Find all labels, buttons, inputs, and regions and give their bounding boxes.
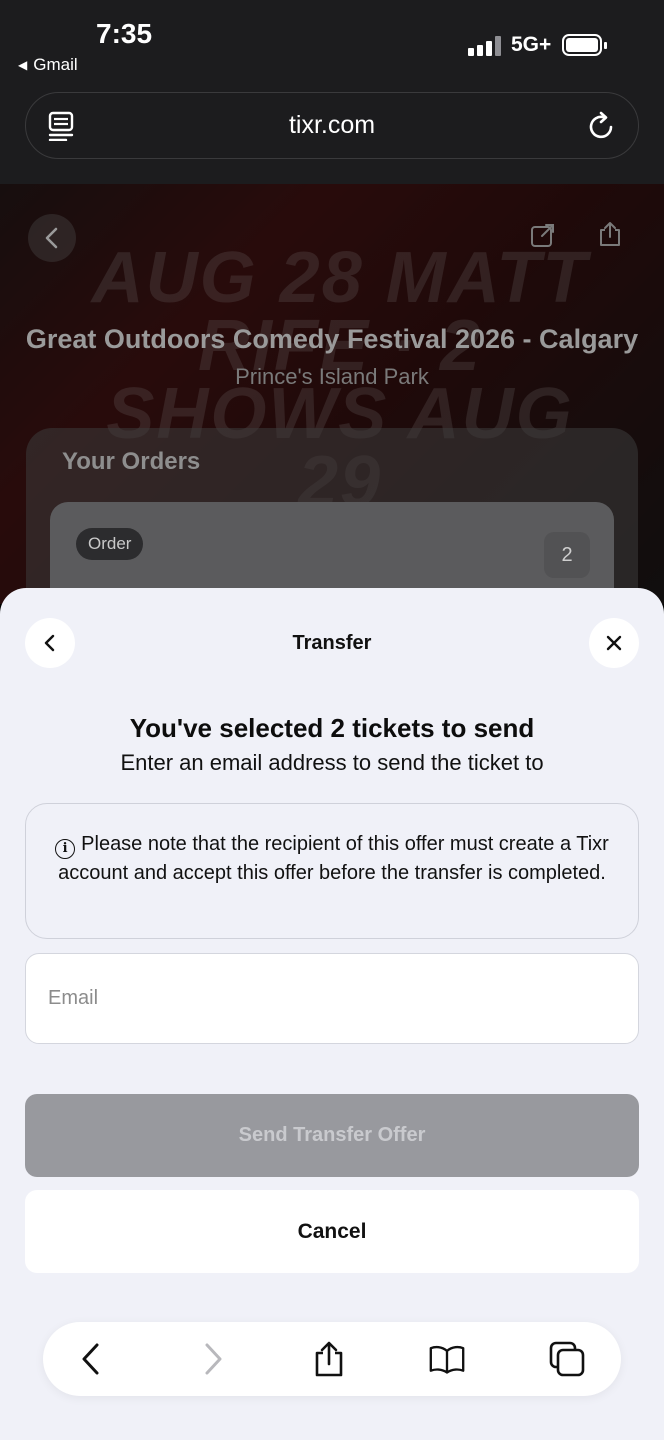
event-page-background: AUG 28 MATT RIFE · 2 SHOWS AUG 29 Great … — [0, 184, 664, 604]
battery-icon — [562, 34, 607, 56]
instruction-text: Enter an email address to send the ticke… — [120, 750, 544, 775]
browser-share-button[interactable] — [311, 1341, 347, 1377]
orders-card: Your Orders Order 2 — [26, 428, 638, 604]
browser-forward-button[interactable] — [195, 1341, 231, 1377]
forward-icon — [205, 1343, 222, 1375]
share-icon — [315, 1341, 343, 1377]
url-bar[interactable]: tixr.com — [25, 92, 639, 159]
back-icon — [82, 1343, 99, 1375]
event-venue: Prince's Island Park — [235, 364, 429, 389]
transfer-sheet: Transfer You've selected 2 tickets to se… — [0, 588, 664, 1440]
chevron-left-icon — [45, 227, 58, 249]
order-badge: Order — [76, 528, 144, 560]
selection-headline: You've selected 2 tickets to send — [129, 713, 535, 743]
transfer-note-text: Please note that the recipient of this o… — [58, 833, 609, 884]
network-label: 5G+ — [511, 33, 552, 56]
status-time: 7:35 — [96, 18, 153, 49]
transfer-note: i Please note that the recipient of this … — [25, 803, 639, 939]
sheet-title: Transfer — [292, 632, 372, 654]
url-text: tixr.com — [288, 111, 376, 139]
signal-icon — [468, 36, 502, 56]
reload-icon[interactable] — [588, 111, 616, 141]
browser-back-button[interactable] — [73, 1341, 109, 1377]
orders-heading: Your Orders — [62, 448, 201, 475]
browser-chrome: 7:35 ◀ Gmail 5G+ tixr.com — [0, 0, 664, 184]
page-share-icon[interactable] — [598, 220, 622, 248]
external-link-icon[interactable] — [530, 222, 556, 248]
sheet-close-button[interactable] — [589, 618, 639, 668]
close-icon — [606, 635, 622, 651]
bookmarks-icon — [429, 1345, 465, 1374]
event-title: Great Outdoors Comedy Festival 2026 - Ca… — [25, 324, 639, 354]
send-transfer-offer-button[interactable]: Send Transfer Offer — [25, 1094, 639, 1177]
back-to-app-link[interactable]: ◀ Gmail — [18, 55, 78, 75]
tabs-icon — [549, 1341, 585, 1377]
browser-toolbar — [43, 1322, 621, 1396]
email-input[interactable] — [25, 953, 639, 1044]
order-ticket-count: 2 — [544, 532, 590, 578]
back-triangle-icon: ◀ — [18, 58, 28, 72]
cancel-button[interactable]: Cancel — [25, 1190, 639, 1273]
info-icon: i — [55, 839, 76, 859]
back-app-label: Gmail — [33, 55, 78, 74]
browser-bookmarks-button[interactable] — [429, 1341, 465, 1377]
page-back-button[interactable] — [28, 214, 76, 262]
browser-tabs-button[interactable] — [549, 1341, 585, 1377]
